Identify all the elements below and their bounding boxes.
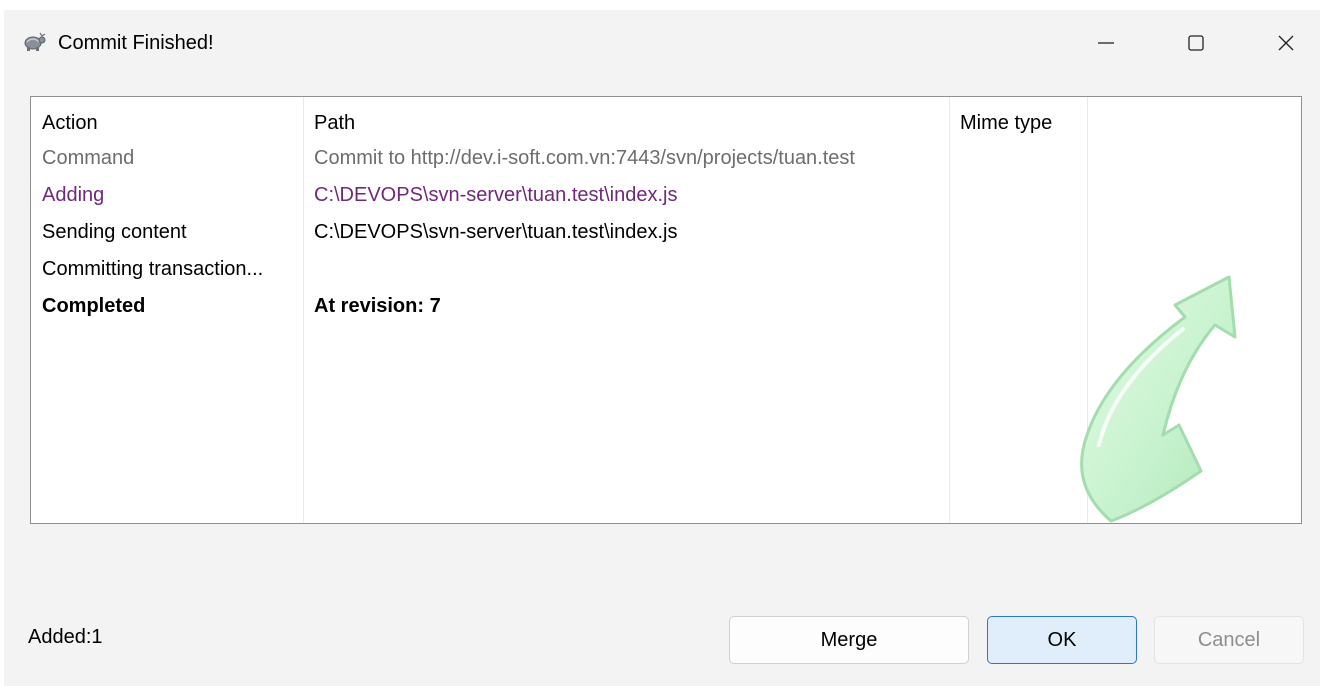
cancel-button[interactable]: Cancel <box>1154 616 1304 664</box>
minimize-icon <box>1097 34 1115 52</box>
minimize-button[interactable] <box>1076 18 1136 68</box>
close-button[interactable] <box>1256 18 1316 68</box>
row-path: C:\DEVOPS\svn-server\tuan.test\index.js <box>314 184 678 206</box>
maximize-icon <box>1187 34 1205 52</box>
merge-button[interactable]: Merge <box>729 616 969 664</box>
ok-button[interactable]: OK <box>987 616 1137 664</box>
row-path: At revision: 7 <box>314 295 441 317</box>
commit-results-list[interactable]: Action Path Mime type Command Commit to … <box>30 96 1302 524</box>
row-action: Command <box>42 147 135 169</box>
row-action: Sending content <box>42 221 187 243</box>
row-action: Completed <box>42 295 146 317</box>
table-row[interactable]: Sending content C:\DEVOPS\svn-server\tua… <box>31 219 1301 256</box>
commit-arrow-icon <box>1067 275 1257 523</box>
row-action: Adding <box>42 184 105 206</box>
row-path: Commit to http://dev.i-soft.com.vn:7443/… <box>314 147 855 169</box>
tortoise-icon <box>22 30 46 52</box>
table-row[interactable]: Command Commit to http://dev.i-soft.com.… <box>31 145 1301 182</box>
column-header-path[interactable]: Path <box>314 110 355 136</box>
commit-finished-dialog: Commit Finished! Action Path Mime type C… <box>4 10 1320 686</box>
close-icon <box>1277 34 1295 52</box>
row-path: C:\DEVOPS\svn-server\tuan.test\index.js <box>314 221 678 243</box>
column-header-action[interactable]: Action <box>42 110 98 136</box>
title-bar: Commit Finished! <box>4 10 1320 74</box>
column-header-mime-type[interactable]: Mime type <box>960 110 1052 136</box>
maximize-button[interactable] <box>1166 18 1226 68</box>
table-row[interactable]: Adding C:\DEVOPS\svn-server\tuan.test\in… <box>31 182 1301 219</box>
row-action: Committing transaction... <box>42 258 264 280</box>
window-title: Commit Finished! <box>58 32 214 54</box>
status-text: Added:1 <box>28 626 103 648</box>
